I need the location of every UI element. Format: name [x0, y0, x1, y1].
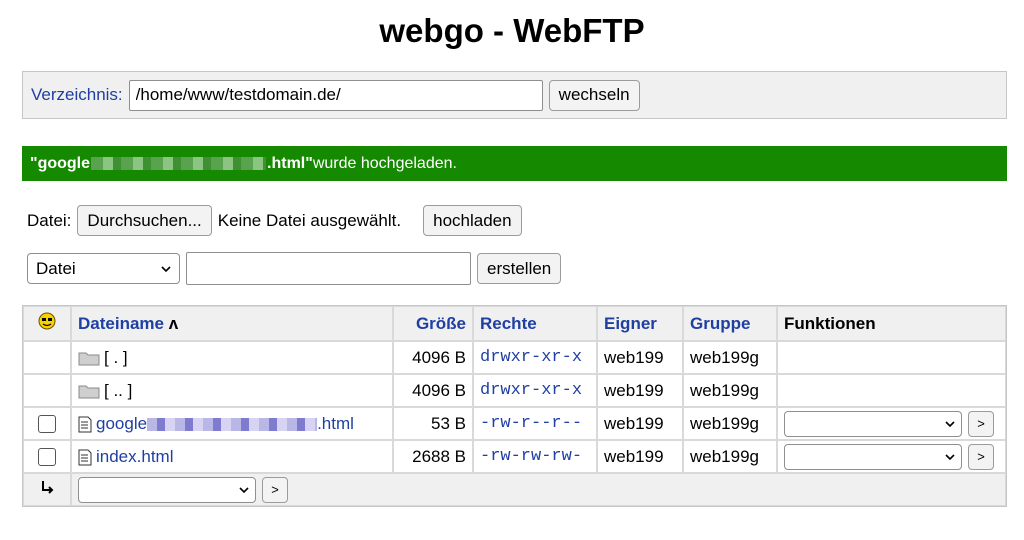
create-type-value: Datei [36, 258, 76, 278]
bulk-action-select[interactable] [78, 476, 256, 503]
bulk-go-button[interactable]: > [262, 476, 288, 503]
row-function-select[interactable] [784, 410, 962, 437]
notice-message: wurde hochgeladen. [312, 154, 457, 172]
file-icon [78, 416, 92, 433]
table-row: index.html 2688 B -rw-rw-rw- web199 web1… [23, 440, 1006, 473]
header-functions: Funktionen [777, 306, 1006, 341]
folder-icon [78, 385, 100, 399]
redacted-filename [91, 157, 267, 170]
chevron-down-icon [161, 265, 171, 272]
filename-cell[interactable]: [ . ] [71, 341, 393, 374]
file-table: Dateiname ʌ Größe Rechte Eigner Gruppe F… [22, 305, 1007, 507]
directory-input[interactable] [128, 79, 543, 111]
table-header: Dateiname ʌ Größe Rechte Eigner Gruppe F… [23, 306, 1006, 341]
table-row: google .html 53 B -rw-r--r-- web199 web19… [23, 407, 1006, 440]
notice-suffix: .html" [267, 154, 313, 172]
chevron-down-icon [239, 486, 249, 493]
create-button[interactable]: erstellen [477, 253, 562, 284]
upload-button[interactable]: hochladen [423, 205, 522, 236]
browse-button[interactable]: Durchsuchen... [77, 205, 212, 236]
header-group[interactable]: Gruppe [683, 306, 777, 341]
table-footer: > [23, 473, 1006, 506]
row-checkbox[interactable] [38, 415, 56, 434]
table-row: [ . ] 4096 B drwxr-xr-x web199 web199g [23, 341, 1006, 374]
filename-cell[interactable]: index.html [71, 440, 393, 473]
row-function-select[interactable] [784, 443, 962, 470]
filename-cell[interactable]: [ .. ] [71, 374, 393, 407]
redacted-filename [147, 417, 318, 431]
arrow-down-right-icon [42, 481, 54, 494]
file-icon [78, 449, 92, 466]
change-directory-button[interactable]: wechseln [548, 79, 640, 111]
create-row: Datei erstellen [27, 252, 562, 285]
header-icon-cell [23, 306, 71, 341]
sort-indicator: ʌ [168, 313, 179, 333]
header-permissions[interactable]: Rechte [473, 306, 597, 341]
notice-prefix: "google [30, 154, 91, 172]
header-owner[interactable]: Eigner [597, 306, 683, 341]
chevron-down-icon [945, 453, 955, 460]
table-row: [ .. ] 4096 B drwxr-xr-x web199 web199g [23, 374, 1006, 407]
row-go-button[interactable]: > [968, 410, 994, 437]
directory-label: Verzeichnis: [31, 85, 123, 104]
create-name-input[interactable] [186, 252, 471, 285]
row-go-button[interactable]: > [968, 443, 994, 470]
header-filename[interactable]: Dateiname ʌ [71, 306, 393, 341]
smiley-icon [38, 312, 56, 330]
create-type-select[interactable]: Datei [27, 253, 180, 284]
chevron-down-icon [945, 420, 955, 427]
directory-bar: Verzeichnis: wechseln [22, 71, 1007, 119]
no-file-text: Keine Datei ausgewählt. [217, 210, 402, 230]
page-title: webgo - WebFTP [379, 12, 645, 49]
row-checkbox[interactable] [38, 448, 56, 467]
folder-icon [78, 352, 100, 366]
upload-row: Datei: Durchsuchen... Keine Datei ausgew… [27, 205, 522, 236]
file-label: Datei: [27, 210, 72, 230]
header-size[interactable]: Größe [393, 306, 473, 341]
upload-notice: "google .html" wurde hochgeladen. [22, 146, 1007, 181]
filename-cell[interactable]: google .html [71, 407, 393, 440]
